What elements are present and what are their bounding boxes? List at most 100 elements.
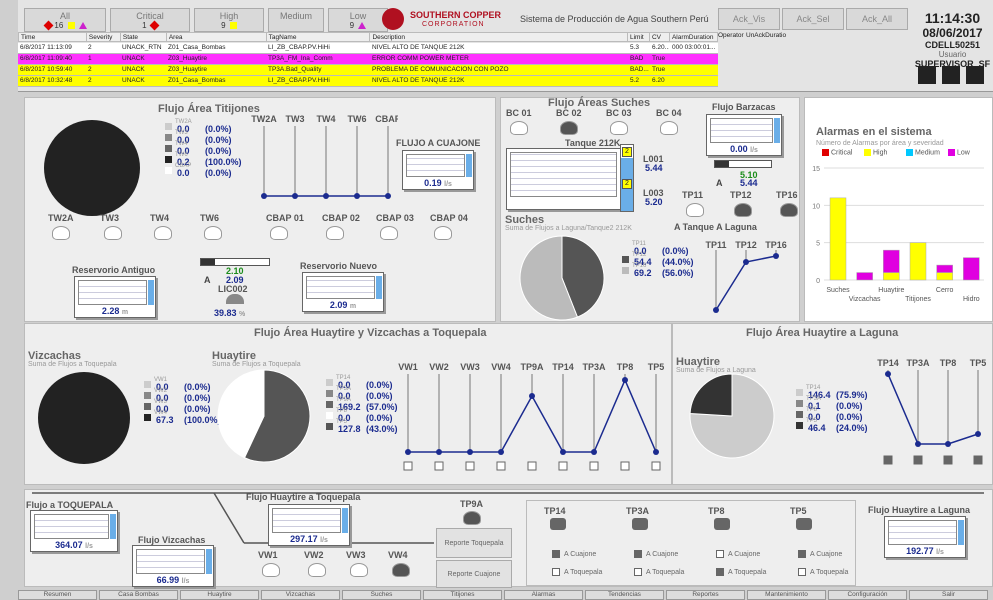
pump-icon[interactable] (780, 203, 798, 217)
nav-button[interactable]: Resumen (18, 590, 97, 600)
ack-all-button[interactable]: Ack_All (846, 8, 908, 30)
route-toquepala[interactable]: A Toquepala (634, 568, 684, 576)
nav-button[interactable]: Reportes (666, 590, 745, 600)
pump-icon[interactable] (262, 563, 280, 577)
nav-button[interactable]: Huaytire (180, 590, 259, 600)
bar-high[interactable] (936, 272, 953, 281)
nav-button[interactable]: Mantenimiento (747, 590, 826, 600)
reporte-toquepala-button[interactable]: Reporte Toquepala (436, 528, 512, 558)
status-box[interactable] (883, 455, 893, 465)
column-header[interactable]: Severity (85, 32, 121, 42)
flujo-huaytire-toq-trend[interactable]: 297.17 l/s (268, 504, 350, 546)
alarm-row[interactable]: 6/8/2017 11:09:40 1 UNACK Z03_Huaytire TP3A_… (18, 54, 718, 65)
filter-low[interactable]: Low 9 (328, 8, 388, 32)
nav-button[interactable]: Casa Bombas (99, 590, 178, 600)
status-box[interactable] (465, 461, 475, 471)
barzacas-trend[interactable]: 0.00 l/s (706, 114, 782, 156)
alarm-row[interactable]: 6/8/2017 11:13:09 2 UNACK_RTN Z01_Casa_Bomb… (18, 43, 718, 54)
route-cuajone[interactable]: A Cuajone (798, 550, 842, 558)
bar-high[interactable] (829, 197, 847, 281)
column-header[interactable]: UnAckDuratio (746, 32, 786, 39)
flujo-cuajone-trend[interactable]: 0.19 l/s (402, 150, 474, 190)
reservorio-nuevo-trend[interactable]: 2.09 m (302, 272, 384, 312)
route-checkbox[interactable] (552, 550, 560, 558)
valve-icon[interactable] (550, 518, 566, 530)
bar-high[interactable] (909, 242, 927, 281)
status-box[interactable] (943, 455, 953, 465)
status-box[interactable] (527, 461, 537, 471)
nav-button[interactable]: Vizcachas (261, 590, 340, 600)
bar-high[interactable] (883, 272, 900, 281)
route-checkbox[interactable] (798, 550, 806, 558)
pump-icon[interactable] (350, 563, 368, 577)
column-header[interactable]: Operator (718, 32, 744, 39)
status-box[interactable] (620, 461, 630, 471)
valve-icon[interactable] (632, 518, 648, 530)
column-header[interactable]: Area (165, 32, 267, 42)
pump-icon[interactable] (380, 226, 398, 240)
filter-all[interactable]: All 16 (24, 8, 106, 32)
pump-icon[interactable] (154, 226, 172, 240)
valve-icon[interactable] (796, 518, 812, 530)
tp9a-pump-icon[interactable] (463, 511, 481, 525)
nav-button[interactable]: Suches (342, 590, 421, 600)
status-box[interactable] (973, 455, 983, 465)
filter-high[interactable]: High 9 (194, 8, 264, 32)
reservorio-antiguo-trend[interactable]: 2.28 m (74, 276, 156, 318)
pump-icon[interactable] (104, 226, 122, 240)
column-header[interactable]: AlarmDuration (668, 32, 719, 42)
ack-visible-button[interactable]: Ack_Vis (718, 8, 780, 30)
nav-button[interactable]: Alarmas (504, 590, 583, 600)
tools-icon[interactable] (966, 66, 984, 84)
route-checkbox[interactable] (552, 568, 560, 576)
column-header[interactable]: TagName (265, 32, 371, 42)
route-checkbox[interactable] (716, 568, 724, 576)
route-checkbox[interactable] (634, 550, 642, 558)
nav-button[interactable]: Tendencias (585, 590, 664, 600)
home-icon[interactable] (918, 66, 936, 84)
pump-icon[interactable] (326, 226, 344, 240)
flujo-huaytire-lag-trend[interactable]: 192.77 l/s (884, 516, 966, 558)
valve-icon[interactable] (226, 294, 244, 304)
pump-icon[interactable] (610, 121, 628, 135)
alarm-row[interactable]: 6/8/2017 10:32:48 2 UNACK Z01_Casa_Bombas LI… (18, 76, 718, 87)
pump-icon[interactable] (734, 203, 752, 217)
pump-icon[interactable] (270, 226, 288, 240)
route-checkbox[interactable] (634, 568, 642, 576)
route-cuajone[interactable]: A Cuajone (634, 550, 678, 558)
bar-low[interactable] (856, 272, 873, 281)
status-box[interactable] (913, 455, 923, 465)
pump-icon[interactable] (392, 563, 410, 577)
alarm-row[interactable]: 6/8/2017 10:59:40 2 UNACK Z03_Huaytire TP3A.… (18, 65, 718, 76)
valve-icon[interactable] (714, 518, 730, 530)
column-header[interactable]: Limit (626, 32, 650, 42)
route-checkbox[interactable] (716, 550, 724, 558)
status-box[interactable] (434, 461, 444, 471)
pump-icon[interactable] (52, 226, 70, 240)
nav-button[interactable]: Configuración (828, 590, 907, 600)
user-settings-icon[interactable] (942, 66, 960, 84)
nav-button[interactable]: Titijones (423, 590, 502, 600)
column-header[interactable]: State (119, 32, 167, 42)
column-header[interactable]: CV (648, 32, 670, 42)
route-cuajone[interactable]: A Cuajone (716, 550, 760, 558)
pump-icon[interactable] (204, 226, 222, 240)
pump-icon[interactable] (686, 203, 704, 217)
nav-button[interactable]: Salir (909, 590, 988, 600)
flujo-toquepala-trend[interactable]: 364.07 l/s (30, 510, 118, 552)
reporte-cuajone-button[interactable]: Reporte Cuajone (436, 560, 512, 588)
pump-icon[interactable] (560, 121, 578, 135)
bar-low[interactable] (883, 249, 900, 273)
column-header[interactable]: Description (369, 32, 628, 42)
pump-icon[interactable] (660, 121, 678, 135)
route-toquepala[interactable]: A Toquepala (716, 568, 766, 576)
flujo-vizcachas-trend[interactable]: 66.99 l/s (132, 545, 214, 587)
route-cuajone[interactable]: A Cuajone (552, 550, 596, 558)
column-header[interactable]: Time (18, 32, 87, 42)
route-toquepala[interactable]: A Toquepala (552, 568, 602, 576)
status-box[interactable] (589, 461, 599, 471)
pump-icon[interactable] (308, 563, 326, 577)
tank-trend[interactable] (506, 148, 626, 210)
filter-critical[interactable]: Critical 1 (110, 8, 190, 32)
ack-selected-button[interactable]: Ack_Sel (782, 8, 844, 30)
